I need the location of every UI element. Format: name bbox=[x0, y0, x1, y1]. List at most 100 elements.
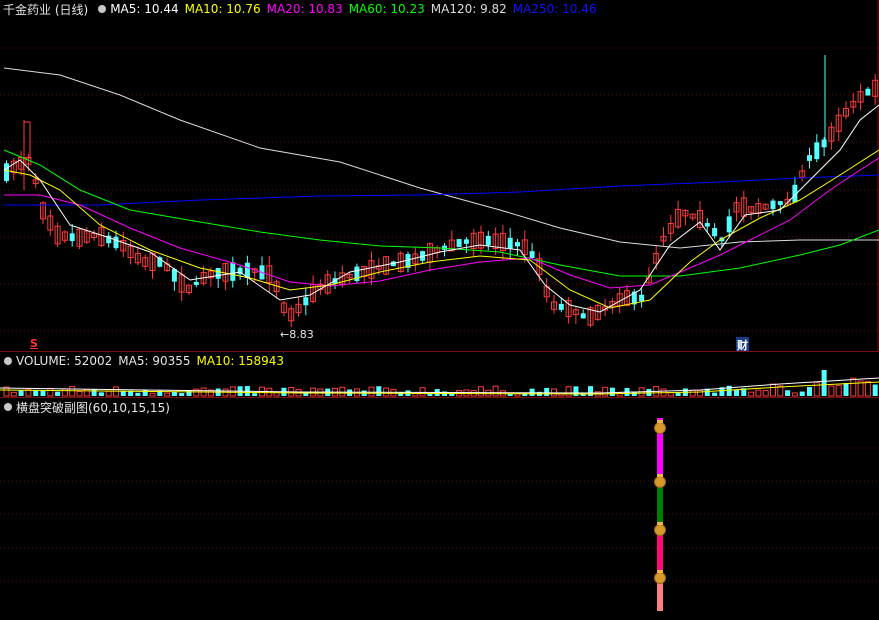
volume-bar bbox=[748, 391, 755, 397]
volume-bar bbox=[69, 385, 76, 397]
volume-bar bbox=[573, 386, 579, 396]
candle-body bbox=[865, 88, 871, 96]
candle-body bbox=[639, 294, 645, 302]
ma250-line bbox=[4, 174, 879, 206]
volume-bar bbox=[10, 391, 17, 397]
volume-bar bbox=[61, 388, 68, 397]
volume-bar bbox=[478, 386, 484, 397]
volume-bar bbox=[689, 389, 696, 397]
volume-bar bbox=[376, 386, 382, 396]
candle-body bbox=[712, 228, 718, 237]
candle-body bbox=[171, 269, 177, 282]
volume-bar bbox=[368, 386, 375, 397]
candle-body bbox=[456, 239, 462, 248]
volume-bar bbox=[828, 385, 835, 397]
volume-bar bbox=[186, 390, 192, 396]
candle-body bbox=[69, 233, 75, 242]
volume-panel[interactable]: VOLUME: 52002 MA5: 90355 MA10: 158943 bbox=[0, 352, 879, 398]
volume-bar bbox=[565, 386, 572, 397]
candle-body bbox=[558, 303, 564, 310]
volume-bar bbox=[171, 391, 177, 396]
volume-ma10: MA10: 158943 bbox=[196, 354, 285, 368]
breakout-indicator bbox=[0, 418, 879, 611]
volume-bar bbox=[419, 387, 426, 397]
candle-body bbox=[463, 239, 469, 244]
money-bag-icon bbox=[654, 524, 666, 536]
money-bag-icon bbox=[657, 522, 663, 525]
ma5-value: MA5: 10.44 bbox=[110, 2, 179, 16]
sell-signal-badge[interactable]: S bbox=[30, 337, 38, 350]
candle-body bbox=[193, 281, 199, 285]
volume-bar bbox=[544, 387, 550, 396]
candle-body bbox=[770, 200, 776, 210]
volume-bar bbox=[712, 392, 718, 396]
candle-body bbox=[580, 313, 586, 319]
volume-bar bbox=[18, 390, 24, 396]
volume-bar bbox=[588, 386, 593, 396]
volume-bar bbox=[770, 383, 776, 397]
volume-bar bbox=[76, 390, 83, 397]
money-bag-icon bbox=[654, 572, 666, 584]
candle-body bbox=[726, 216, 732, 233]
candlestick-chart[interactable] bbox=[0, 0, 879, 352]
volume-bar bbox=[864, 380, 871, 397]
candle-body bbox=[821, 139, 827, 148]
volume-toggle-icon[interactable] bbox=[4, 357, 12, 365]
candle-body bbox=[4, 163, 9, 182]
indicator-panel[interactable]: 横盘突破副图(60,10,15,15) bbox=[0, 398, 879, 620]
volume-bar bbox=[835, 384, 842, 397]
volume-bar bbox=[47, 387, 54, 397]
candle-body bbox=[704, 223, 710, 227]
volume-bar bbox=[785, 390, 791, 396]
volume-bar bbox=[339, 386, 346, 397]
volume-legend: VOLUME: 52002 MA5: 90355 MA10: 158943 bbox=[0, 352, 290, 370]
ma250-value: MA250: 10.46 bbox=[512, 2, 597, 16]
volume-bar bbox=[609, 387, 615, 396]
volume-bar bbox=[602, 386, 609, 397]
candle-body bbox=[807, 155, 812, 161]
volume-bar bbox=[697, 389, 703, 397]
financial-report-badge[interactable]: 财 bbox=[736, 337, 749, 352]
low-price-label: ←8.83 bbox=[280, 328, 314, 341]
volume-bar bbox=[734, 389, 739, 396]
candle-body bbox=[303, 297, 309, 306]
volume-bar bbox=[164, 392, 171, 397]
volume-bar bbox=[755, 389, 762, 397]
money-bag-icon bbox=[654, 422, 666, 434]
volume-bar bbox=[91, 389, 97, 396]
candle-body bbox=[529, 251, 535, 259]
candle-body bbox=[113, 236, 119, 249]
candle-body bbox=[215, 267, 221, 279]
candle-body bbox=[777, 201, 783, 205]
stock-title[interactable]: 千金药业 (日线) bbox=[3, 1, 88, 18]
indicator-toggle-icon[interactable] bbox=[4, 403, 12, 411]
candle-body bbox=[507, 237, 513, 249]
indicator-title: 横盘突破副图(60,10,15,15) bbox=[16, 400, 170, 415]
volume-bar bbox=[179, 393, 185, 396]
volume-bar bbox=[872, 384, 878, 396]
volume-bar bbox=[98, 392, 104, 396]
money-bag-icon bbox=[657, 474, 663, 477]
legend-toggle-icon[interactable] bbox=[98, 5, 107, 13]
volume-bar bbox=[813, 381, 820, 397]
indicator-legend: 横盘突破副图(60,10,15,15) bbox=[0, 398, 176, 416]
volume-bar bbox=[105, 390, 112, 397]
volume-bar bbox=[252, 393, 258, 396]
volume-bar bbox=[675, 392, 681, 396]
volume-bar bbox=[646, 388, 652, 396]
volume-bar bbox=[850, 377, 857, 397]
volume-bar bbox=[492, 385, 499, 397]
volume-bar bbox=[799, 391, 805, 396]
ma20-line bbox=[4, 157, 879, 289]
volume-bar bbox=[821, 370, 827, 396]
volume-bar bbox=[762, 390, 769, 397]
volume-bar bbox=[667, 392, 674, 397]
candle-body bbox=[814, 142, 820, 160]
candle-body bbox=[515, 242, 520, 247]
price-chart-panel[interactable]: 千金药业 (日线) MA5: 10.44 MA10: 10.76 MA20: 1… bbox=[0, 0, 879, 352]
candle-body bbox=[23, 121, 31, 159]
ma5-line bbox=[3, 104, 879, 313]
volume-bar bbox=[55, 391, 61, 396]
candle-body bbox=[230, 262, 236, 281]
price-legend: 千金药业 (日线) MA5: 10.44 MA10: 10.76 MA20: 1… bbox=[0, 0, 602, 18]
